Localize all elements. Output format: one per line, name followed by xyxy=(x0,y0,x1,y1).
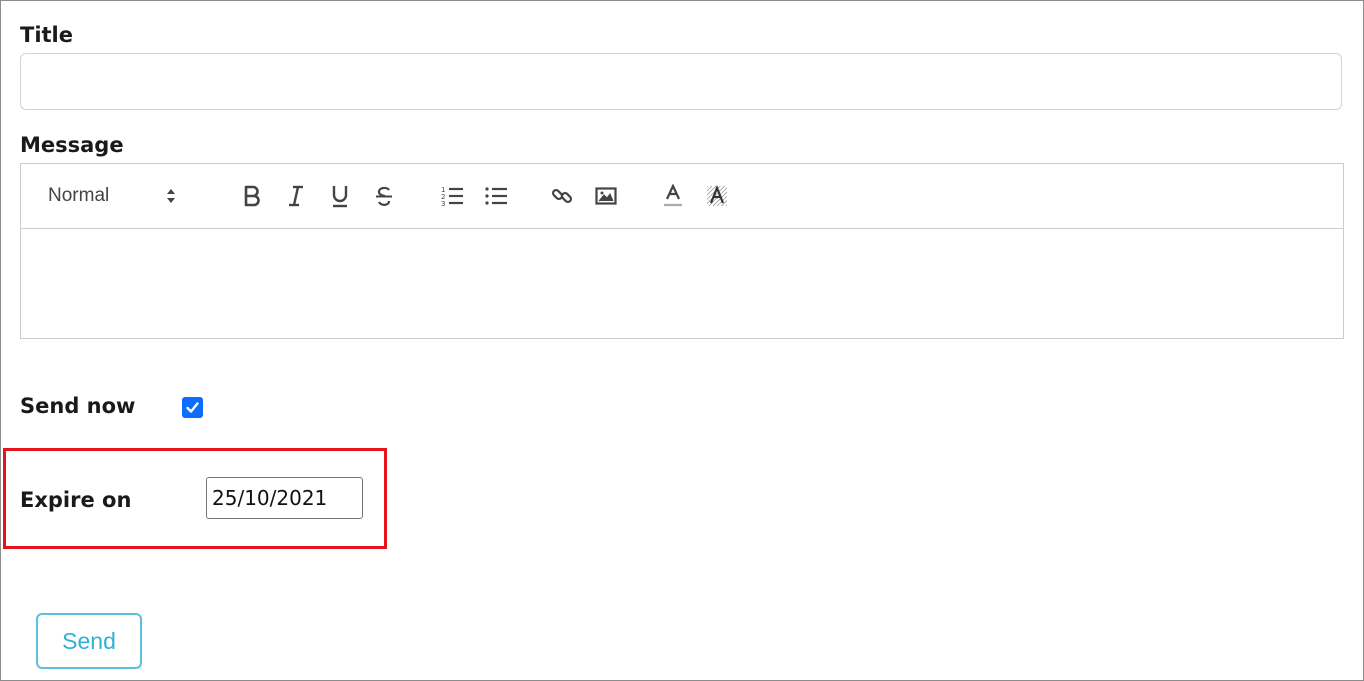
updown-arrows-icon xyxy=(165,186,177,206)
message-body[interactable] xyxy=(21,228,1343,338)
title-input[interactable] xyxy=(20,53,1342,110)
background-color-icon[interactable] xyxy=(704,182,730,210)
strikethrough-icon[interactable] xyxy=(371,182,397,210)
bullet-list-icon[interactable] xyxy=(482,182,510,210)
text-color-icon[interactable] xyxy=(660,182,686,210)
checkmark-icon xyxy=(186,402,199,413)
send-button[interactable]: Send xyxy=(36,613,142,669)
image-icon[interactable] xyxy=(593,182,619,210)
expire-date-input[interactable]: 25/10/2021 xyxy=(206,477,363,519)
message-label: Message xyxy=(20,133,124,157)
form-frame: Title Message Normal 1 2 3 Send now Expi… xyxy=(0,0,1364,681)
editor-toolbar: Normal 1 2 3 xyxy=(21,164,1343,229)
send-now-checkbox[interactable] xyxy=(182,397,203,418)
link-icon[interactable] xyxy=(549,182,575,210)
italic-icon[interactable] xyxy=(283,182,309,210)
svg-text:3: 3 xyxy=(441,200,445,207)
format-select[interactable]: Normal xyxy=(48,182,188,210)
expire-label: Expire on xyxy=(20,488,132,512)
format-select-value: Normal xyxy=(48,185,110,206)
message-editor: Normal 1 2 3 xyxy=(20,163,1344,339)
title-label: Title xyxy=(20,23,74,47)
ordered-list-icon[interactable]: 1 2 3 xyxy=(438,182,466,210)
bold-icon[interactable] xyxy=(239,182,265,210)
send-now-label: Send now xyxy=(20,394,136,418)
underline-icon[interactable] xyxy=(327,182,353,210)
